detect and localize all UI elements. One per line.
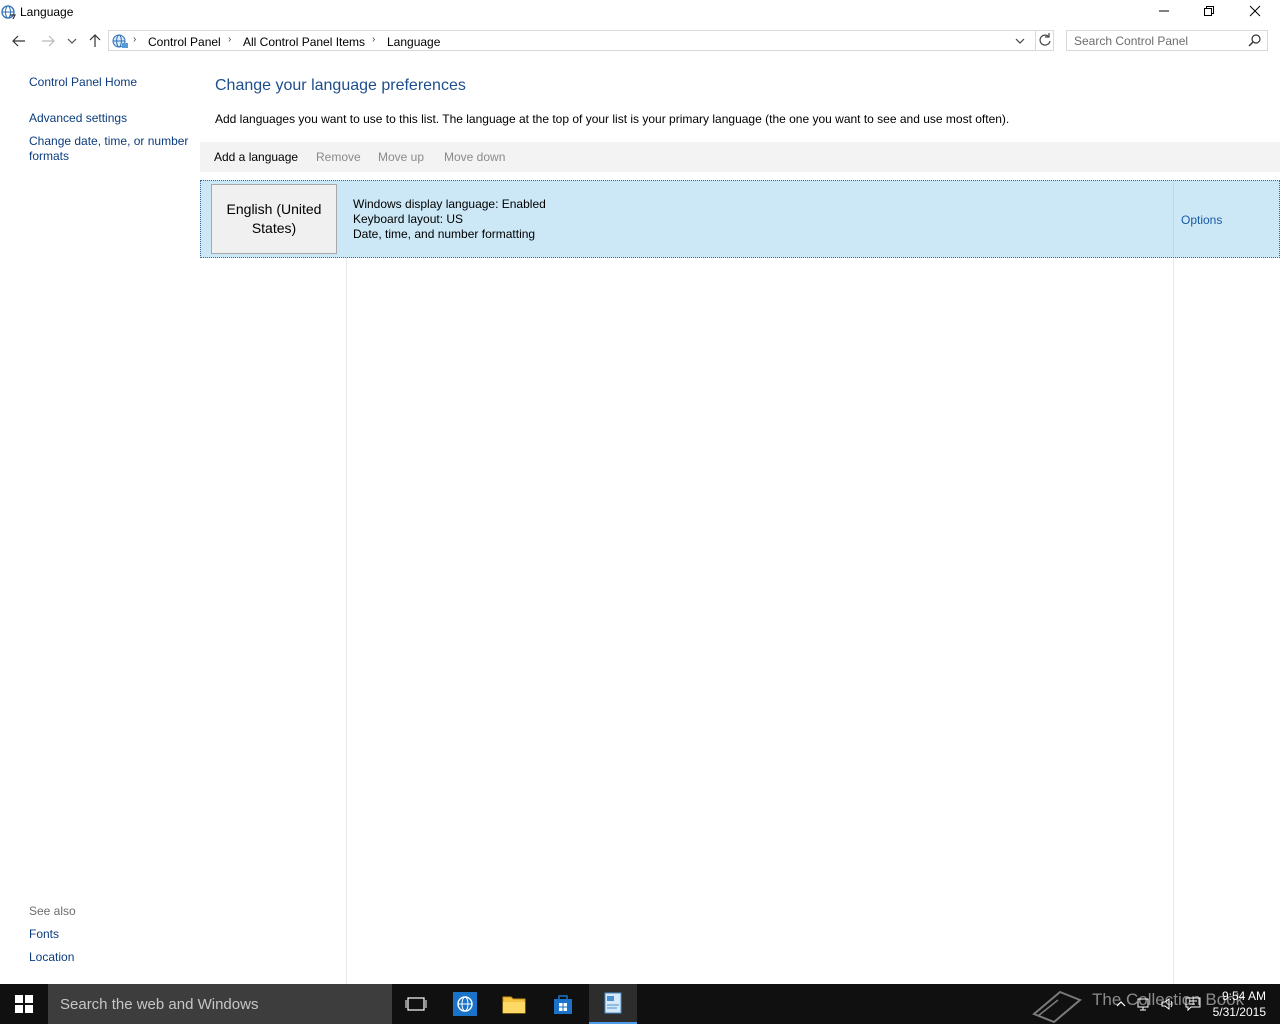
control-panel-home-link[interactable]: Control Panel Home xyxy=(29,75,137,90)
column-divider xyxy=(346,258,347,984)
clock-date: 5/31/2015 xyxy=(1212,1005,1266,1019)
address-dropdown-chevron-icon[interactable] xyxy=(1014,35,1028,47)
change-date-time-formats-link[interactable]: Change date, time, or number formats xyxy=(29,134,194,164)
language-tile[interactable]: English (United States) xyxy=(211,184,337,254)
windows-logo-icon xyxy=(15,995,33,1013)
breadcrumb-language[interactable]: Language xyxy=(387,35,440,49)
task-view-icon xyxy=(405,997,427,1011)
system-clock[interactable]: 9:54 AM 5/31/2015 xyxy=(1213,988,1266,1020)
page-title: Change your language preferences xyxy=(215,77,466,94)
add-language-button[interactable]: Add a language xyxy=(214,150,298,164)
breadcrumb-separator-icon[interactable]: › xyxy=(133,34,136,45)
navigation-bar: › Control Panel › All Control Panel Item… xyxy=(0,28,1280,54)
folder-icon xyxy=(502,996,526,1014)
address-bar[interactable]: › Control Panel › All Control Panel Item… xyxy=(108,30,1054,51)
forward-arrow-icon[interactable] xyxy=(39,32,57,50)
back-arrow-icon[interactable] xyxy=(10,32,28,50)
search-box[interactable]: Search Control Panel xyxy=(1066,30,1268,51)
search-input[interactable]: Search Control Panel xyxy=(1074,34,1188,48)
browser-icon xyxy=(453,992,477,1016)
file-explorer-taskbar-button[interactable] xyxy=(490,984,538,1024)
remove-button[interactable]: Remove xyxy=(316,150,361,164)
move-down-button[interactable]: Move down xyxy=(444,150,505,164)
clock-time: 9:54 AM xyxy=(1221,989,1266,1003)
start-button[interactable] xyxy=(0,984,48,1024)
close-button[interactable] xyxy=(1232,0,1278,22)
search-icon[interactable] xyxy=(1248,34,1261,47)
store-taskbar-button[interactable] xyxy=(539,984,587,1024)
language-list: English (United States) Windows display … xyxy=(200,178,1280,984)
formatting-status: Date, time, and number formatting xyxy=(353,227,536,241)
window-title: Language xyxy=(20,5,74,19)
see-also-label: See also xyxy=(29,904,76,918)
task-view-button[interactable] xyxy=(392,984,440,1024)
taskbar: Search the web and Windows The Collectio… xyxy=(0,984,1280,1024)
column-divider xyxy=(1173,258,1174,984)
options-link[interactable]: Options xyxy=(1181,213,1222,227)
left-pane: Control Panel Home Advanced settings Cha… xyxy=(0,60,200,980)
recent-locations-chevron-icon[interactable] xyxy=(63,32,81,50)
advanced-settings-link[interactable]: Advanced settings xyxy=(29,111,127,126)
title-bar: Language xyxy=(0,0,1280,24)
page-description: Add languages you want to use to this li… xyxy=(215,112,1010,126)
store-icon xyxy=(554,995,572,1014)
column-divider xyxy=(1173,182,1174,256)
breadcrumb-all-items[interactable]: All Control Panel Items xyxy=(243,35,365,49)
control-panel-icon xyxy=(604,992,622,1014)
minimize-button[interactable] xyxy=(1141,0,1187,22)
up-arrow-icon[interactable] xyxy=(86,32,104,50)
taskbar-search-input[interactable]: Search the web and Windows xyxy=(60,996,258,1013)
list-item[interactable]: English (United States) Windows display … xyxy=(200,180,1280,258)
breadcrumb-separator-icon[interactable]: › xyxy=(372,34,375,45)
breadcrumb-control-panel[interactable]: Control Panel xyxy=(148,35,221,49)
browser-taskbar-button[interactable] xyxy=(441,984,489,1024)
breadcrumb-separator-icon[interactable]: › xyxy=(228,34,231,45)
control-panel-taskbar-button[interactable] xyxy=(589,984,637,1024)
taskbar-search-box[interactable]: Search the web and Windows xyxy=(48,984,392,1024)
language-globe-icon xyxy=(1,4,17,20)
language-details: Windows display language: Enabled Keyboa… xyxy=(353,197,546,242)
action-center-icon[interactable] xyxy=(1185,996,1201,1012)
network-icon[interactable] xyxy=(1136,996,1152,1012)
address-divider xyxy=(1035,31,1036,50)
keyboard-layout-status: Keyboard layout: US xyxy=(353,212,464,226)
book-logo-icon xyxy=(1032,990,1082,1024)
language-toolbar: Add a language Remove Move up Move down xyxy=(200,142,1280,172)
move-up-button[interactable]: Move up xyxy=(378,150,424,164)
control-panel-icon xyxy=(111,32,129,50)
refresh-icon[interactable] xyxy=(1037,32,1053,48)
location-link[interactable]: Location xyxy=(29,950,74,965)
show-hidden-icons-chevron-icon[interactable] xyxy=(1113,996,1129,1012)
fonts-link[interactable]: Fonts xyxy=(29,927,59,942)
display-language-status: Windows display language: Enabled xyxy=(353,197,546,211)
volume-icon[interactable] xyxy=(1160,996,1176,1012)
restore-button[interactable] xyxy=(1186,0,1232,22)
